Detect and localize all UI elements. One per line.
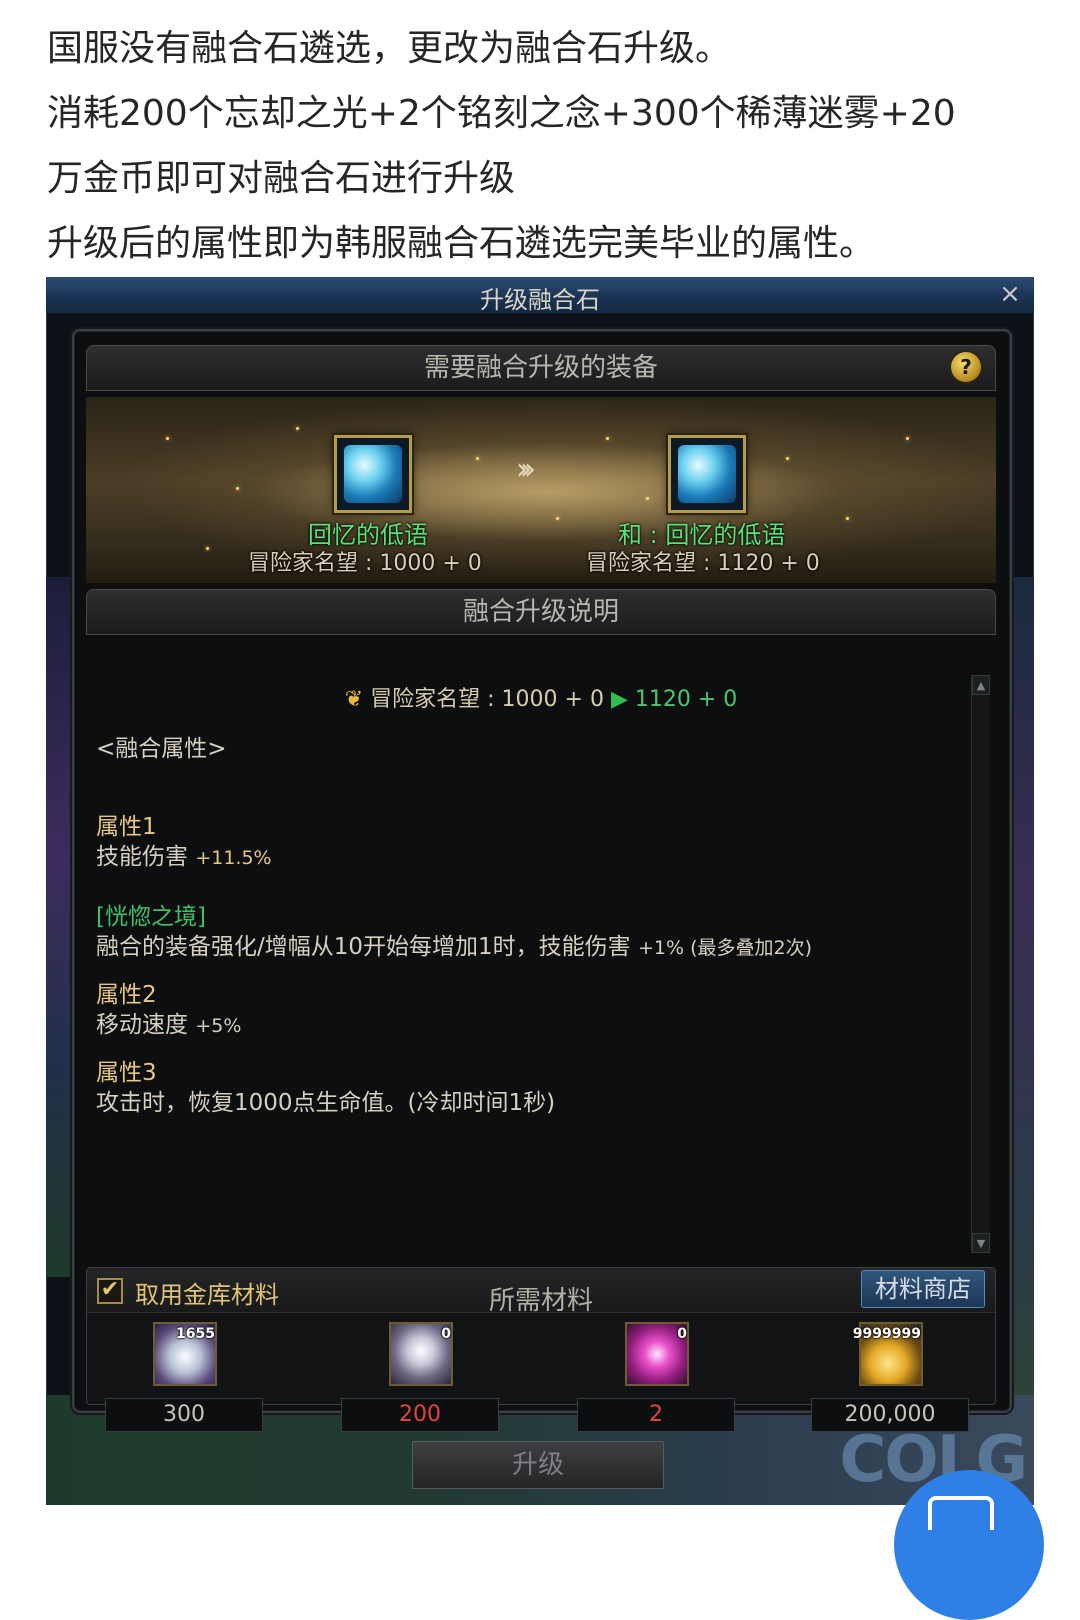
material-required: 2 [577,1398,735,1432]
light-icon: 0 [389,1322,453,1386]
fame-icon: ❦ [344,687,364,712]
material-owned: 9999999 [852,1326,921,1342]
set-text: 融合的装备强化/增幅从10开始每增加1时，技能伤害 [96,934,631,960]
mist-icon: 1655 [153,1322,217,1386]
result-equipment-slot[interactable] [668,435,746,513]
play-arrow-icon: ▶ [610,687,628,712]
window-titlebar[interactable]: 升级融合石 × [46,277,1034,314]
material-shop-button[interactable]: 材料商店 [861,1270,985,1308]
intro-text: 国服没有融合石遴选，更改为融合石升级。 消耗200个忘却之光+2个铭刻之念+30… [47,22,1057,282]
document-icon [928,1496,994,1530]
attr2-value: +5% [195,1015,242,1037]
attr2-text: 移动速度 [96,1012,188,1038]
inscription-icon: 0 [625,1322,689,1386]
materials-header: ✔ 取用金库材料 所需材料 材料商店 [87,1268,995,1316]
fusion-stone-icon [678,445,736,503]
set-name: [恍惚之境] [96,904,206,930]
attr3-title: 属性3 [96,1060,157,1086]
scroll-up-icon[interactable]: ▲ [972,675,990,695]
material-owned: 0 [677,1326,687,1342]
set-line: 融合的装备强化/增幅从10开始每增加1时，技能伤害 +1% (最多叠加2次) [96,927,812,961]
desc-scrollbar[interactable]: ▲ ▼ [971,675,990,1253]
material-required: 200 [341,1398,499,1432]
intro-line-4: 升级后的属性即为韩服融合石遴选完美毕业的属性。 [47,223,876,264]
material-owned: 1655 [176,1326,215,1342]
fame-new: 1120 + 0 [634,687,738,712]
attr1-line: 技能伤害 +11.5% [96,837,272,871]
scroll-down-icon[interactable]: ▼ [972,1233,990,1253]
equip-section-title: 需要融合升级的装备 [423,353,658,383]
attr3-text: 攻击时，恢复1000点生命值。(冷却时间1秒) [96,1090,556,1116]
attr1-value: +11.5% [195,847,272,869]
result-equipment-fame: 冒险家名望 : 1120 + 0 [586,551,820,576]
fame-current: 冒险家名望 : 1000 + 0 [370,687,604,712]
attr1-text: 技能伤害 [96,844,188,870]
main-frame: 需要融合升级的装备 ? ››› 回忆的低语 冒险家名望 : 1000 + 0 和… [72,329,1012,1432]
intro-line-3: 万金币即可对融合石进行升级 [47,158,516,199]
equip-section-header: 需要融合升级的装备 ? [86,345,996,391]
materials-panel: ✔ 取用金库材料 所需材料 材料商店 1655 300 0 200 0 2 99… [86,1267,996,1432]
window-title: 升级融合石 [480,286,600,314]
attr1-title: 属性1 [96,814,157,840]
fusion-stone-icon [344,445,402,503]
arrow-right-icon: ››› [516,452,536,487]
floating-action-button[interactable] [894,1470,1044,1620]
attr2-title: 属性2 [96,982,157,1008]
set-value: +1% (最多叠加2次) [637,937,812,959]
gold-icon: 9999999 [853,1322,923,1386]
desc-section-title: 融合升级说明 [462,597,619,627]
material-owned: 0 [441,1326,451,1342]
fame-summary: ❦ 冒险家名望 : 1000 + 0 ▶ 1120 + 0 [96,681,986,713]
close-icon[interactable]: × [996,279,1024,309]
materials-title: 所需材料 [488,1286,593,1316]
source-equipment-slot[interactable] [334,435,412,513]
upgrade-window: 升级融合石 × 需要融合升级的装备 ? ››› 回忆的低语 冒险家名望: 10… [46,277,1034,1505]
upgrade-button[interactable]: 升级 [412,1441,664,1489]
material-required: 300 [105,1398,263,1432]
help-icon[interactable]: ? [951,352,981,382]
description-panel: ❦ 冒险家名望 : 1000 + 0 ▶ 1120 + 0 <融合属性> 属性1… [86,675,994,1253]
equipment-showcase: ››› 回忆的低语 冒险家名望 : 1000 + 0 和 : 回忆的低语 冒险家… [86,397,996,583]
source-equipment-fame: 冒险家名望 : 1000 + 0 [248,551,482,576]
desc-section-header: 融合升级说明 [86,589,996,635]
intro-line-1: 国服没有融合石遴选，更改为融合石升级。 [47,28,732,69]
fusion-attr-heading: <融合属性> [96,736,227,762]
attr2-line: 移动速度 +5% [96,1005,241,1039]
intro-line-2: 消耗200个忘却之光+2个铭刻之念+300个稀薄迷雾+20 [47,93,956,134]
